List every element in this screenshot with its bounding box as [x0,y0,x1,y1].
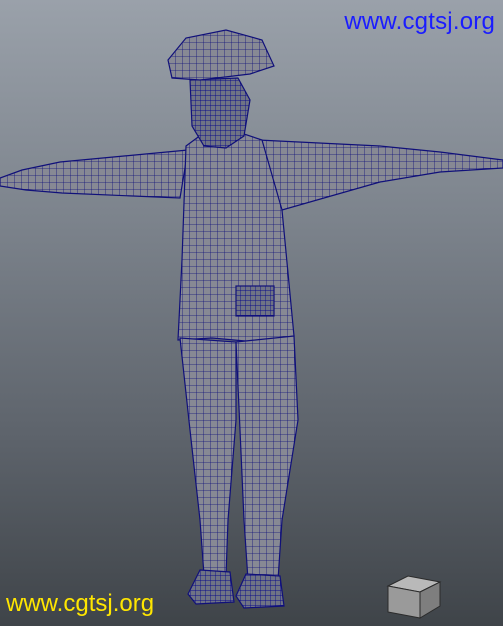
3d-viewport[interactable]: www.cgtsj.org www.cgtsj.org [0,0,503,626]
left-leg-mesh[interactable] [179,337,237,576]
ground-cube[interactable] [386,575,442,619]
cap-mesh[interactable] [167,29,275,81]
right-shoe-mesh[interactable] [235,573,285,609]
jacket-pocket [235,285,275,317]
scene-canvas[interactable] [0,0,503,626]
character-mesh[interactable] [0,29,503,609]
watermark-top: www.cgtsj.org [344,8,495,35]
left-arm-mesh[interactable] [0,149,189,199]
right-arm-mesh[interactable] [257,139,503,211]
cube-front-face [387,585,421,619]
right-leg-mesh[interactable] [235,335,299,581]
watermark-bottom: www.cgtsj.org [6,590,155,617]
left-shoe-mesh[interactable] [187,569,235,605]
head-mesh[interactable] [189,77,251,149]
